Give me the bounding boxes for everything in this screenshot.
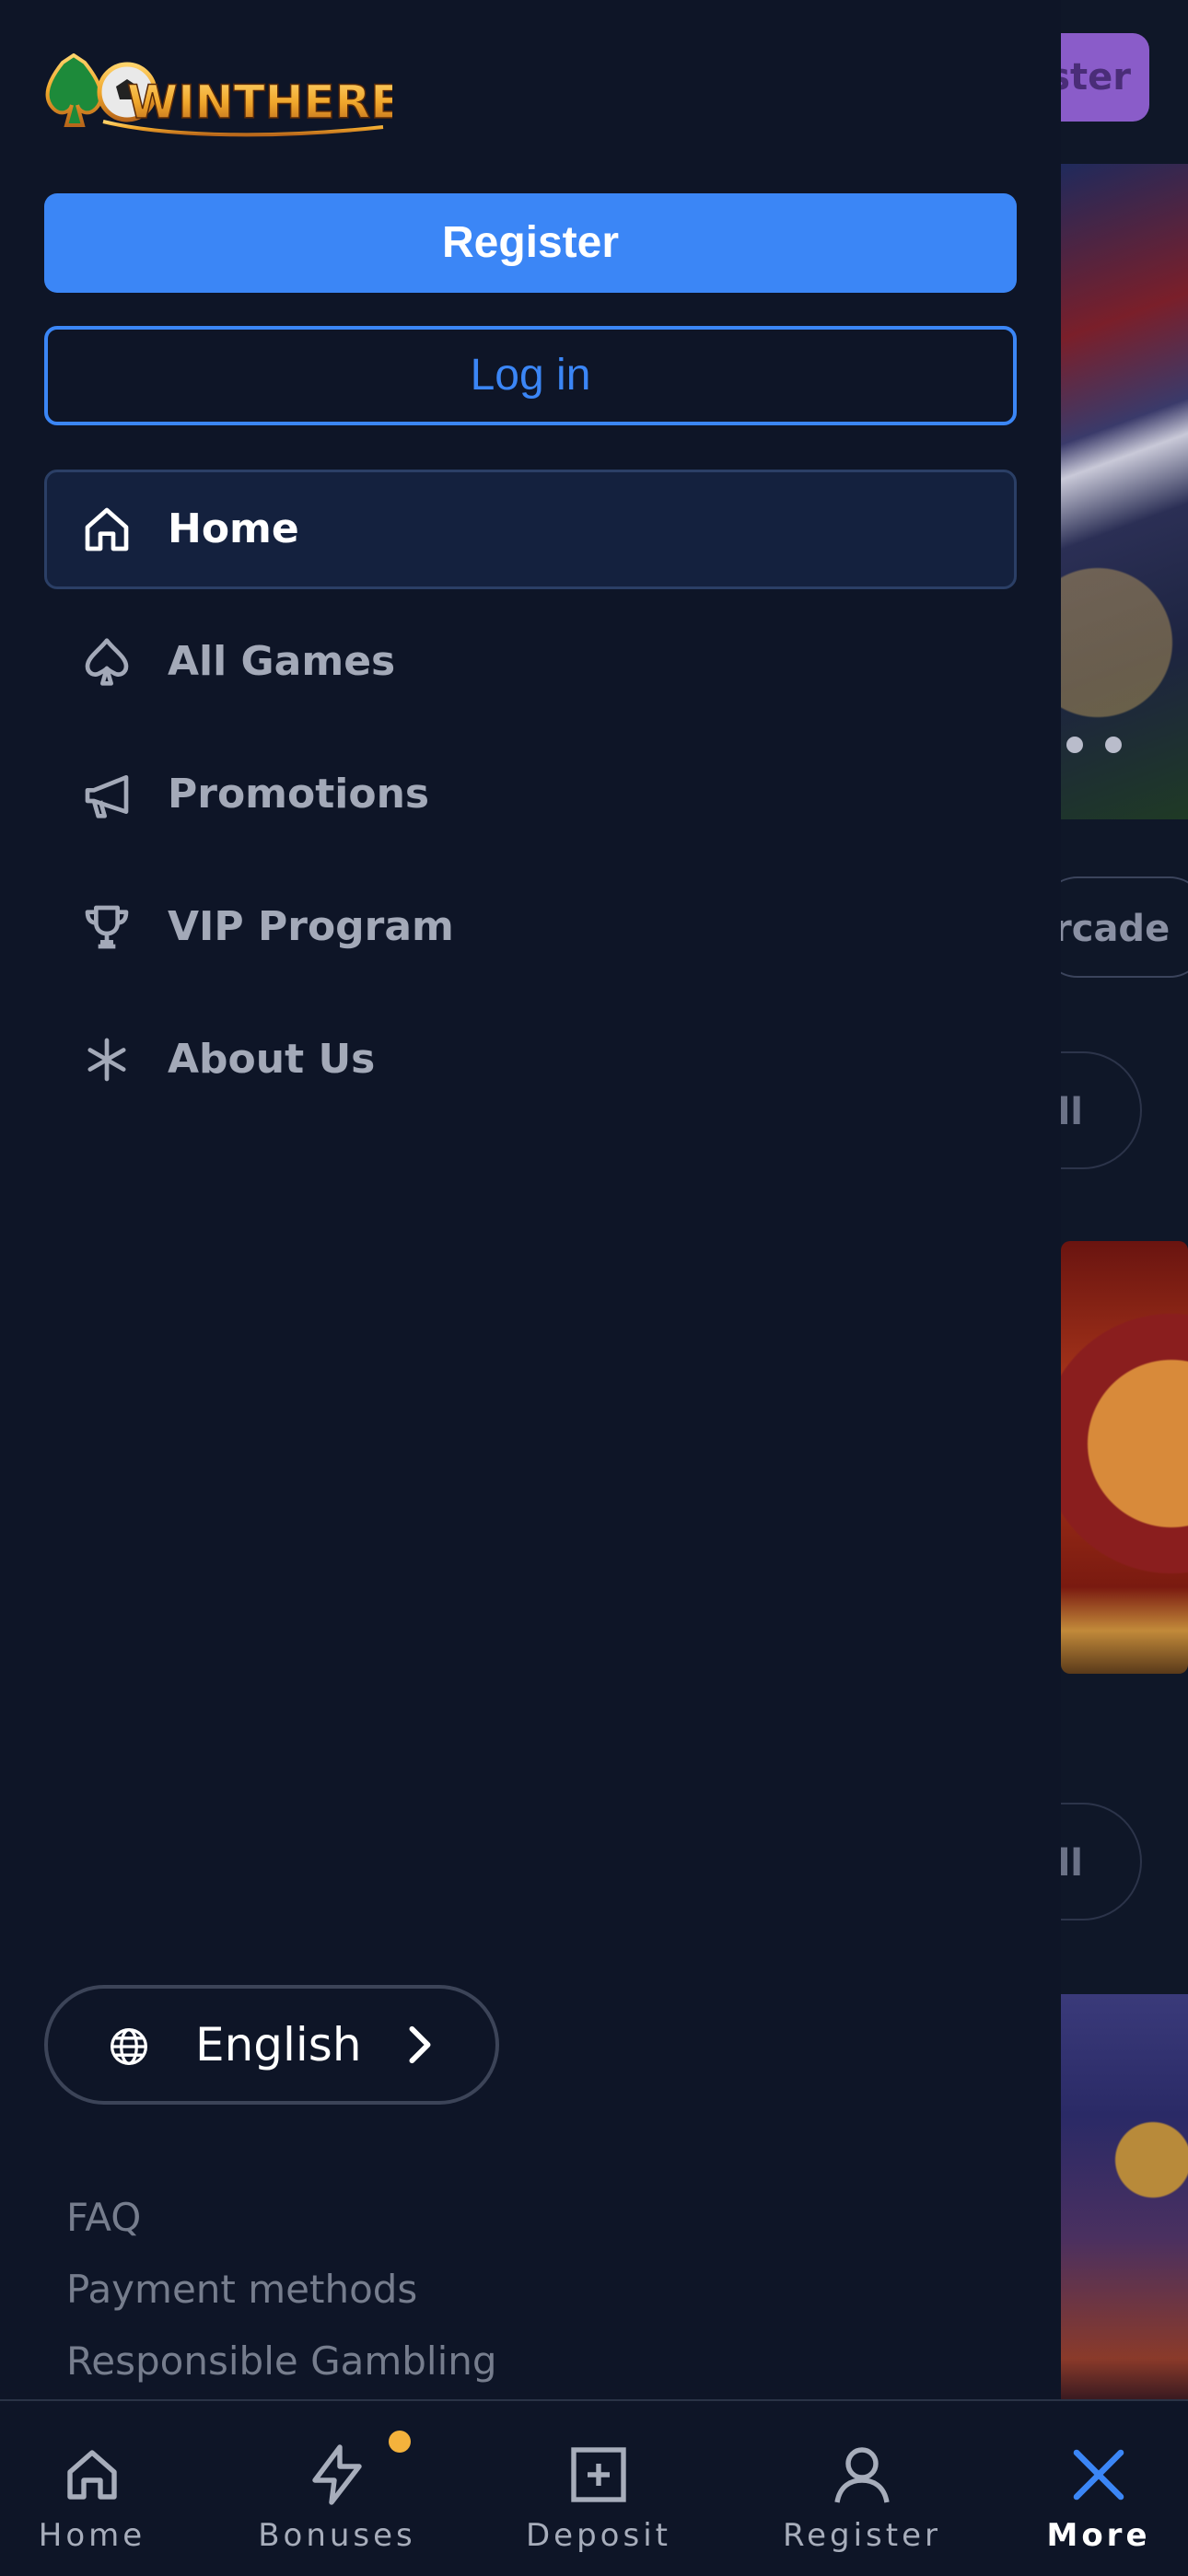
home-icon (67, 2450, 117, 2500)
faq-link[interactable]: FAQ (66, 2182, 497, 2254)
lightning-icon (312, 2444, 362, 2505)
background-game-tile (1061, 1241, 1188, 1674)
user-icon (834, 2447, 890, 2503)
main-navigation: Home All Games Promotions VIP Program Ab… (44, 470, 1017, 1132)
tab-register[interactable]: Register (770, 2401, 954, 2576)
background-game-tile (1061, 1994, 1188, 2399)
footer-links: FAQ Payment methods Responsible Gambling (66, 2182, 497, 2397)
home-icon (85, 507, 129, 551)
bottom-tab-bar: Home Bonuses Deposit Register More (0, 2399, 1188, 2576)
spade-icon (85, 638, 129, 686)
responsible-gambling-link[interactable]: Responsible Gambling (66, 2326, 497, 2397)
language-label: English (195, 2018, 362, 2071)
tab-bonuses[interactable]: Bonuses (245, 2401, 429, 2576)
nav-item-home[interactable]: Home (44, 470, 1017, 589)
tab-more[interactable]: More (1009, 2401, 1188, 2576)
payment-methods-link[interactable]: Payment methods (66, 2254, 497, 2326)
carousel-dot (1066, 737, 1083, 753)
globe-icon (111, 2028, 147, 2065)
register-button[interactable]: Register (44, 193, 1017, 293)
background-category-chip: rcade (1041, 876, 1188, 978)
trophy-icon (85, 905, 129, 949)
tab-deposit[interactable]: Deposit (507, 2401, 691, 2576)
megaphone-icon (85, 775, 129, 818)
side-drawer: WINTHERE Register Log in Home All Games … (0, 0, 1061, 2399)
nav-item-about-us[interactable]: About Us (44, 1000, 1017, 1120)
language-selector[interactable]: English (44, 1985, 499, 2105)
close-icon (1073, 2449, 1124, 2501)
tab-label: More (1046, 2517, 1151, 2554)
asterisk-icon (87, 1038, 126, 1082)
nav-item-promotions[interactable]: Promotions (44, 735, 1017, 854)
winthere-logo[interactable]: WINTHERE (42, 53, 392, 145)
tab-label: Register (783, 2517, 941, 2554)
nav-item-label: Promotions (168, 771, 430, 818)
tab-home[interactable]: Home (0, 2401, 184, 2576)
tab-label: Home (38, 2517, 146, 2554)
tab-label: Bonuses (258, 2517, 416, 2554)
nav-item-label: About Us (168, 1036, 376, 1083)
login-button[interactable]: Log in (44, 326, 1017, 425)
tab-label: Deposit (526, 2517, 671, 2554)
carousel-dot (1105, 737, 1122, 753)
nav-item-vip-program[interactable]: VIP Program (44, 867, 1017, 987)
chevron-right-icon (409, 2025, 431, 2064)
nav-item-label: All Games (168, 638, 396, 685)
notification-dot (389, 2431, 411, 2453)
nav-item-all-games[interactable]: All Games (44, 602, 1017, 722)
plus-square-icon (571, 2447, 626, 2502)
nav-item-label: Home (168, 505, 299, 552)
nav-item-label: VIP Program (168, 903, 454, 950)
background-banner (1061, 164, 1188, 819)
svg-text:WINTHERE: WINTHERE (127, 75, 392, 129)
